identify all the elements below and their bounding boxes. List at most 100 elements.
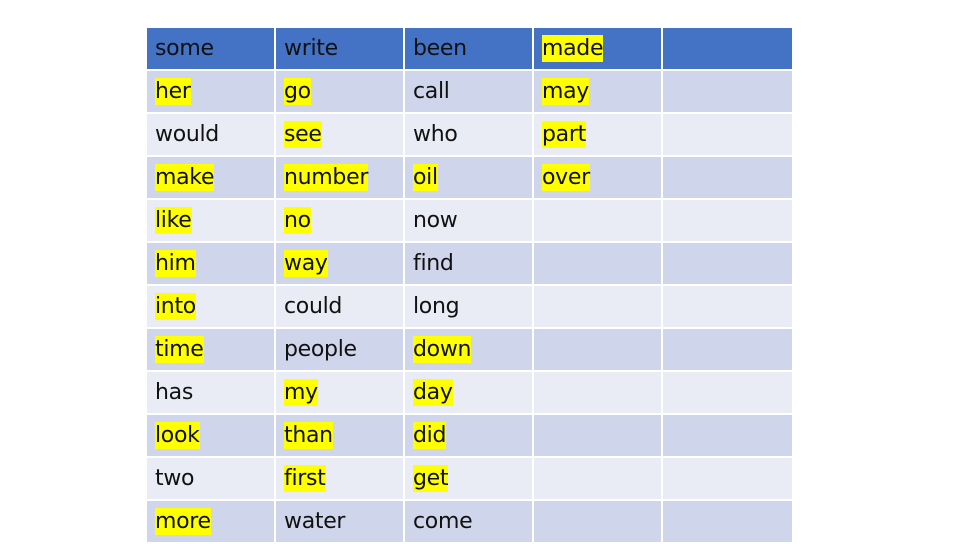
- highlighted-word: like: [155, 207, 192, 234]
- table-cell: [663, 372, 792, 415]
- table-row: more water come: [147, 501, 792, 544]
- table-cell: [534, 243, 663, 286]
- table-cell: write: [276, 28, 405, 71]
- table-cell: [663, 501, 792, 544]
- table-cell: would: [147, 114, 276, 157]
- table-cell: way: [276, 243, 405, 286]
- table-cell: [663, 329, 792, 372]
- table-cell: first: [276, 458, 405, 501]
- table-cell: who: [405, 114, 534, 157]
- table-row: has my day: [147, 372, 792, 415]
- table-cell: been: [405, 28, 534, 71]
- highlighted-word: her: [155, 78, 191, 105]
- table-row: two first get: [147, 458, 792, 501]
- highlighted-word: into: [155, 293, 196, 320]
- table-cell: look: [147, 415, 276, 458]
- table-cell: no: [276, 200, 405, 243]
- word: now: [413, 208, 458, 233]
- word: been: [413, 36, 467, 61]
- table-cell: oil: [405, 157, 534, 200]
- word: call: [413, 79, 450, 104]
- highlighted-word: time: [155, 336, 204, 363]
- highlighted-word: more: [155, 508, 211, 535]
- word: long: [413, 294, 460, 319]
- word: has: [155, 380, 193, 405]
- table-row: would see who part: [147, 114, 792, 157]
- table-cell: long: [405, 286, 534, 329]
- word: could: [284, 294, 343, 319]
- table-cell: [663, 200, 792, 243]
- table-cell: [663, 415, 792, 458]
- word: find: [413, 251, 454, 276]
- table-cell: now: [405, 200, 534, 243]
- word: would: [155, 122, 219, 147]
- table-cell: did: [405, 415, 534, 458]
- highlighted-word: get: [413, 465, 449, 492]
- highlighted-word: see: [284, 121, 322, 148]
- table-cell: [534, 200, 663, 243]
- highlighted-word: over: [542, 164, 590, 191]
- table-cell: go: [276, 71, 405, 114]
- table-cell: my: [276, 372, 405, 415]
- table-cell: two: [147, 458, 276, 501]
- highlighted-word: no: [284, 207, 311, 234]
- table-row: make number oil over: [147, 157, 792, 200]
- table-cell: come: [405, 501, 534, 544]
- table-cell: into: [147, 286, 276, 329]
- highlighted-word: look: [155, 422, 200, 449]
- highlighted-word: first: [284, 465, 326, 492]
- table-cell: [663, 114, 792, 157]
- highlighted-word: part: [542, 121, 586, 148]
- table-cell: number: [276, 157, 405, 200]
- table-cell: [663, 458, 792, 501]
- highlighted-word: down: [413, 336, 472, 363]
- sight-words-table: some write been made her go call may would see who…: [147, 28, 792, 544]
- table-cell: like: [147, 200, 276, 243]
- table-cell: water: [276, 501, 405, 544]
- table-cell: see: [276, 114, 405, 157]
- table-cell: find: [405, 243, 534, 286]
- table-row: him way find: [147, 243, 792, 286]
- table-cell: [663, 286, 792, 329]
- highlighted-word: make: [155, 164, 215, 191]
- table-cell: make: [147, 157, 276, 200]
- table-header-row: some write been made: [147, 28, 792, 71]
- word: write: [284, 36, 338, 61]
- highlighted-word: day: [413, 379, 453, 406]
- highlighted-word: did: [413, 422, 447, 449]
- word: who: [413, 122, 458, 147]
- highlighted-word: oil: [413, 164, 438, 191]
- word: come: [413, 509, 473, 534]
- word: two: [155, 466, 195, 491]
- table-cell: than: [276, 415, 405, 458]
- table-body: some write been made her go call may would see who…: [147, 28, 792, 544]
- table-cell: part: [534, 114, 663, 157]
- highlighted-word: go: [284, 78, 311, 105]
- table-cell: may: [534, 71, 663, 114]
- highlighted-word: number: [284, 164, 369, 191]
- table-row: into could long: [147, 286, 792, 329]
- table-cell: her: [147, 71, 276, 114]
- word: some: [155, 36, 214, 61]
- table-cell: could: [276, 286, 405, 329]
- word: people: [284, 337, 357, 362]
- table-cell: some: [147, 28, 276, 71]
- table-row: look than did: [147, 415, 792, 458]
- word: water: [284, 509, 346, 534]
- table-cell: day: [405, 372, 534, 415]
- table-cell: [534, 372, 663, 415]
- highlighted-word: my: [284, 379, 318, 406]
- table-cell: [663, 157, 792, 200]
- table-cell: people: [276, 329, 405, 372]
- table-cell: over: [534, 157, 663, 200]
- table-cell: time: [147, 329, 276, 372]
- table-row: her go call may: [147, 71, 792, 114]
- highlighted-word: way: [284, 250, 328, 277]
- table-row: time people down: [147, 329, 792, 372]
- table-cell: [534, 501, 663, 544]
- table-cell: [663, 243, 792, 286]
- table-cell: get: [405, 458, 534, 501]
- highlighted-word: made: [542, 35, 604, 62]
- table-cell: [663, 28, 792, 71]
- table-cell: has: [147, 372, 276, 415]
